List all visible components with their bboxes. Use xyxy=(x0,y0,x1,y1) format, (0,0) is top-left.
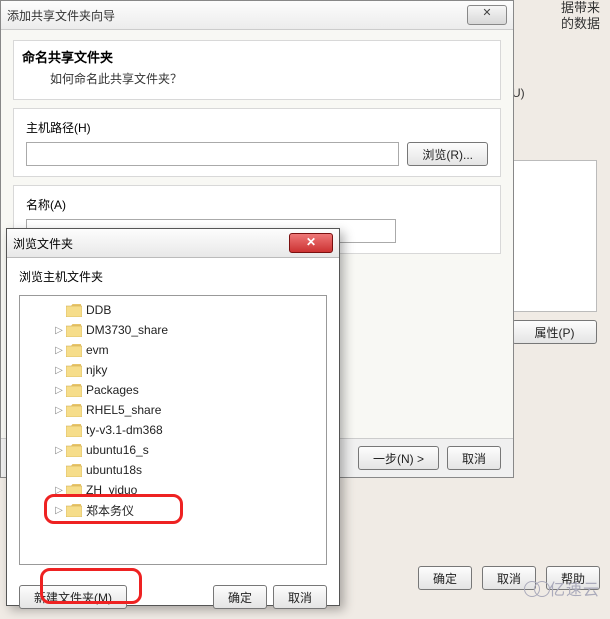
tree-item-label: 郑本务仪 xyxy=(86,502,134,519)
browse-ok-button[interactable]: 确定 xyxy=(213,585,267,609)
host-path-input[interactable] xyxy=(26,142,399,166)
expander-icon[interactable]: ▷ xyxy=(52,505,66,516)
tree-item[interactable]: ▷ njky xyxy=(20,360,326,380)
tree-item[interactable]: ▷ Packages xyxy=(20,380,326,400)
tree-item-label: njky xyxy=(86,363,107,377)
folder-icon xyxy=(66,504,82,517)
folder-icon xyxy=(66,324,82,337)
browse-close-button[interactable]: ✕ xyxy=(289,233,333,253)
expander-icon[interactable]: ▷ xyxy=(52,405,66,416)
folder-icon xyxy=(66,424,82,437)
tree-item-label: ty-v3.1-dm368 xyxy=(86,423,163,437)
tree-item[interactable]: ▷ RHEL5_share xyxy=(20,400,326,420)
folder-icon xyxy=(66,384,82,397)
folder-icon xyxy=(66,404,82,417)
folder-icon xyxy=(66,464,82,477)
browse-subtitle: 浏览主机文件夹 xyxy=(19,268,327,285)
wizard-heading-block: 命名共享文件夹 如何命名此共享文件夹？ xyxy=(13,40,501,100)
host-path-label: 主机路径(H) xyxy=(26,119,488,136)
bg-listbox xyxy=(512,160,597,312)
browse-folder-dialog: 浏览文件夹 ✕ 浏览主机文件夹 DDB ▷ DM3730_share ▷ evm ▷ njk… xyxy=(6,228,340,606)
browse-body: 浏览主机文件夹 DDB ▷ DM3730_share ▷ evm ▷ njky ▷ Packag… xyxy=(7,258,339,575)
folder-icon xyxy=(66,444,82,457)
browse-title: 浏览文件夹 xyxy=(13,235,289,252)
background-side-panel: U) 属性(P) xyxy=(512,86,597,344)
tree-item[interactable]: ubuntu18s xyxy=(20,460,326,480)
tree-item-label: ZH_yiduo xyxy=(86,483,137,497)
folder-icon xyxy=(66,484,82,497)
browse-titlebar: 浏览文件夹 ✕ xyxy=(7,229,339,258)
wizard-cancel-button[interactable]: 取消 xyxy=(447,446,501,470)
folder-icon xyxy=(66,344,82,357)
folder-icon xyxy=(66,304,82,317)
tree-item-label: ubuntu18s xyxy=(86,463,142,477)
tree-item[interactable]: ▷ DM3730_share xyxy=(20,320,326,340)
tree-item[interactable]: ▷ 郑本务仪 xyxy=(20,500,326,520)
browse-button[interactable]: 浏览(R)... xyxy=(407,142,488,166)
browse-footer: 新建文件夹(M) 确定 取消 xyxy=(7,575,339,619)
expander-icon[interactable]: ▷ xyxy=(52,345,66,356)
folder-icon xyxy=(66,364,82,377)
tree-item-label: DM3730_share xyxy=(86,323,168,337)
expander-icon[interactable]: ▷ xyxy=(52,385,66,396)
watermark-text: 亿速云 xyxy=(549,582,600,599)
tree-item-label: RHEL5_share xyxy=(86,403,161,417)
browse-cancel-button[interactable]: 取消 xyxy=(273,585,327,609)
bg-ok-button[interactable]: 确定 xyxy=(418,566,472,590)
tree-item-label: evm xyxy=(86,343,109,357)
tree-item[interactable]: ▷ ubuntu16_s xyxy=(20,440,326,460)
properties-button[interactable]: 属性(P) xyxy=(512,320,597,344)
wizard-close-button[interactable]: ✕ xyxy=(467,5,507,25)
watermark-logo: 亿速云 xyxy=(524,576,600,600)
expander-icon[interactable]: ▷ xyxy=(52,365,66,376)
expander-icon[interactable]: ▷ xyxy=(52,445,66,456)
wizard-title: 添加共享文件夹向导 xyxy=(7,7,467,24)
tree-item-label: ubuntu16_s xyxy=(86,443,149,457)
tree-item-label: DDB xyxy=(86,303,111,317)
next-button[interactable]: 一步(N) > xyxy=(358,446,439,470)
tree-item-label: Packages xyxy=(86,383,139,397)
bg-line1: 据带来 xyxy=(561,0,600,16)
expander-icon[interactable]: ▷ xyxy=(52,485,66,496)
background-text: 据带来 的数据 xyxy=(561,0,600,32)
host-path-block: 主机路径(H) 浏览(R)... xyxy=(13,108,501,177)
tree-item[interactable]: ty-v3.1-dm368 xyxy=(20,420,326,440)
bg-suffix: U) xyxy=(512,86,597,100)
name-label: 名称(A) xyxy=(26,196,488,213)
tree-item[interactable]: DDB xyxy=(20,300,326,320)
wizard-subheading: 如何命名此共享文件夹？ xyxy=(50,70,492,87)
bg-line2: 的数据 xyxy=(561,16,600,32)
tree-item[interactable]: ▷ evm xyxy=(20,340,326,360)
new-folder-button[interactable]: 新建文件夹(M) xyxy=(19,585,127,609)
expander-icon[interactable]: ▷ xyxy=(52,325,66,336)
wizard-titlebar: 添加共享文件夹向导 ✕ xyxy=(1,1,513,30)
tree-item[interactable]: ▷ ZH_yiduo xyxy=(20,480,326,500)
wizard-heading: 命名共享文件夹 xyxy=(22,47,492,66)
folder-tree[interactable]: DDB ▷ DM3730_share ▷ evm ▷ njky ▷ Packages ▷ RHEL5… xyxy=(19,295,327,565)
